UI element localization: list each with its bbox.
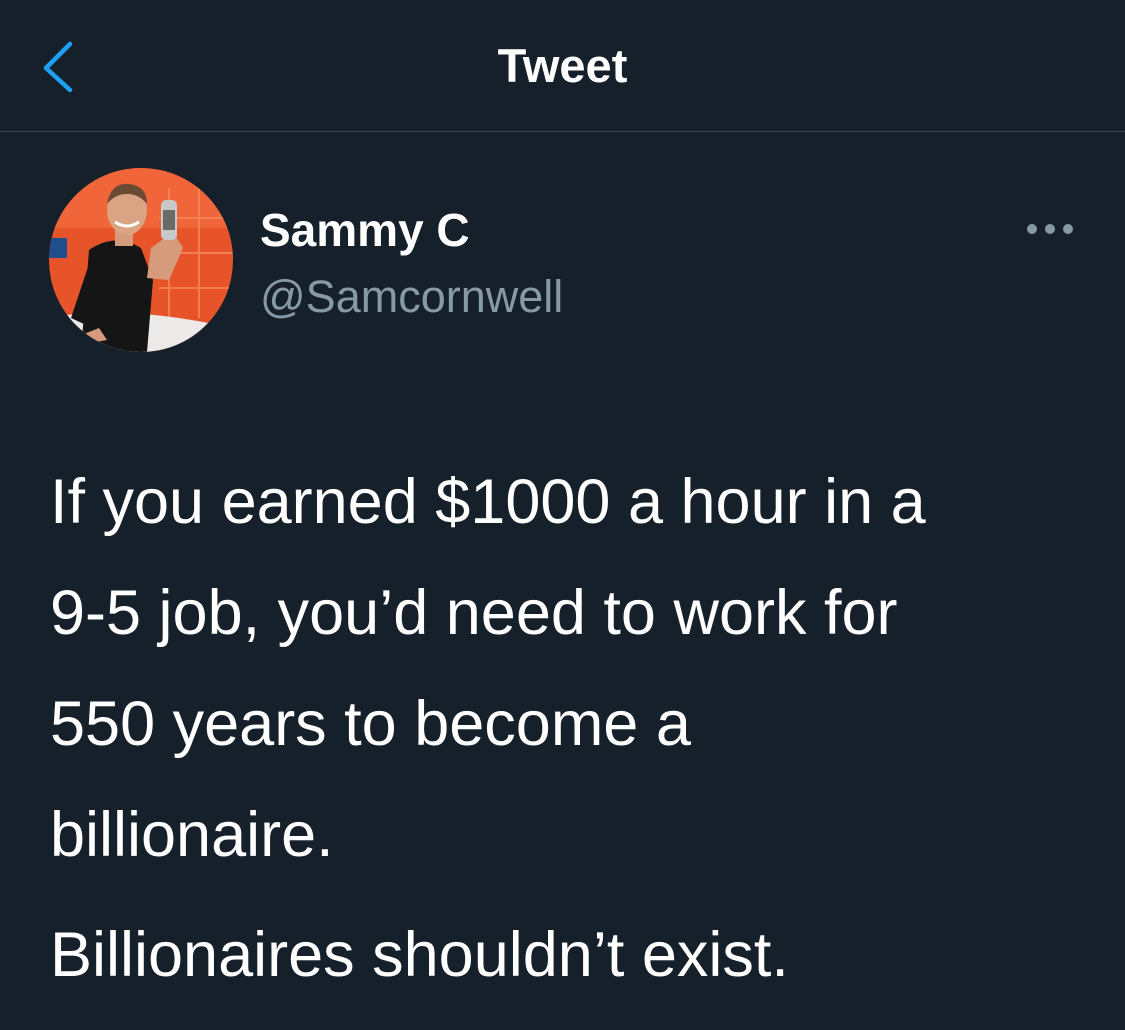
tweet-text-line: billionaire. [50, 800, 334, 870]
author-name[interactable]: Sammy C [260, 200, 470, 260]
tweet-paragraph: Billionaires shouldn’t exist. [50, 920, 789, 990]
author-handle[interactable]: @Samcornwell [260, 267, 563, 327]
tweet-text: If you earned $1000 a hour in a 9-5 job,… [50, 447, 1090, 1011]
page-title: Tweet [497, 39, 628, 92]
more-options-icon [1027, 224, 1073, 234]
tweet-text-line: 9-5 job, you’d need to work for [50, 578, 898, 648]
tweet-text-line: 550 years to become a [50, 689, 691, 759]
more-options-button[interactable] [1024, 214, 1076, 244]
avatar[interactable] [49, 168, 233, 352]
tweet-text-line: If you earned $1000 a hour in a [50, 467, 926, 537]
tweet-paragraph: If you earned $1000 a hour in a 9-5 job,… [50, 447, 1090, 891]
profile-photo [49, 168, 233, 352]
top-navigation-bar: Tweet [0, 0, 1125, 132]
